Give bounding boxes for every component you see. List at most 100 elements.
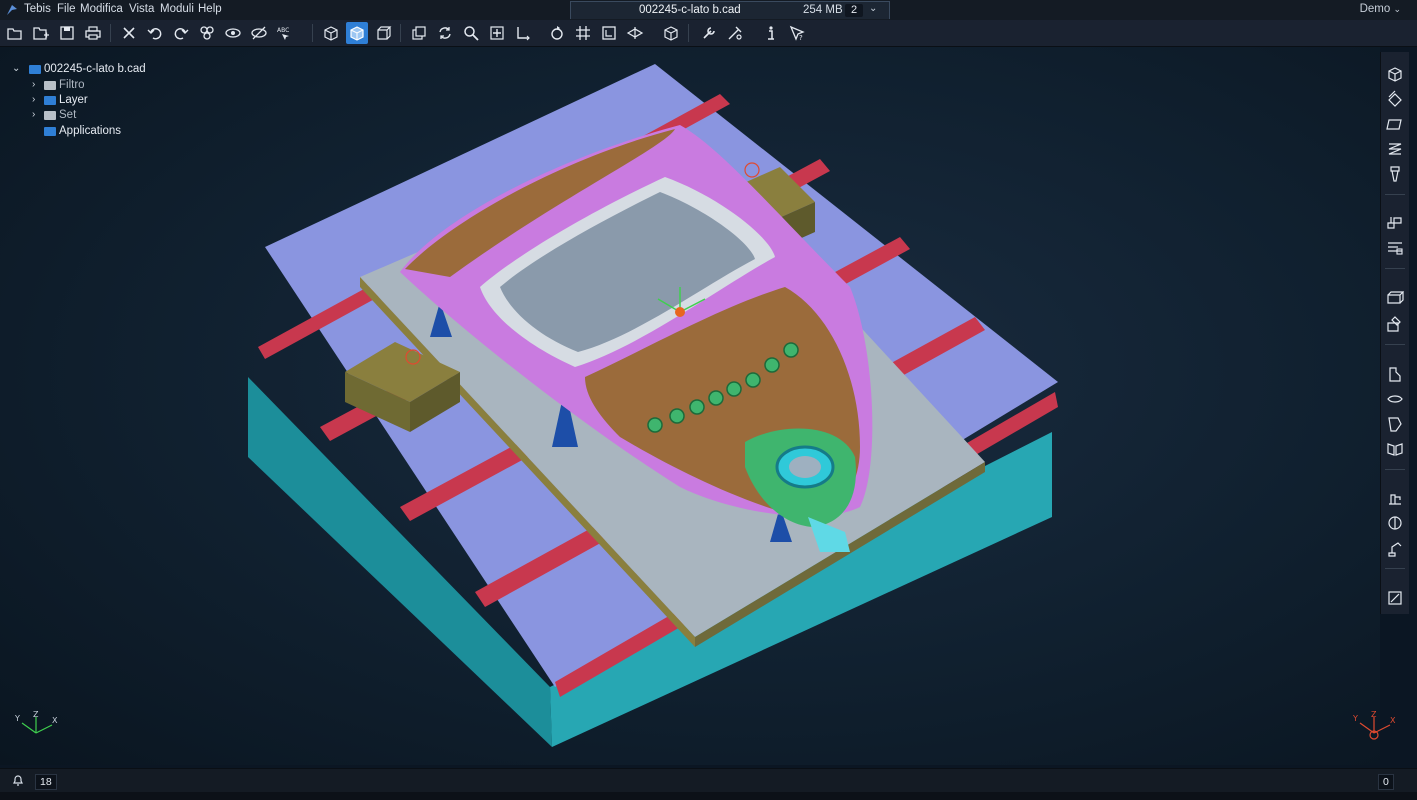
tree-item-layer[interactable]: › Layer [32,93,152,109]
folder-icon [44,81,56,90]
show-icon[interactable] [222,22,244,44]
right-toolbar [1380,52,1409,614]
tools-icon[interactable] [698,22,720,44]
folder-icon [44,127,56,136]
main-toolbar: ABC ? [0,20,1417,47]
layers-stack-icon[interactable] [1385,238,1405,258]
chevron-right-icon[interactable]: › [32,94,35,105]
pointer-help-icon[interactable]: ? [786,22,808,44]
menu-vista[interactable]: Vista [129,3,154,15]
chevron-down-icon[interactable]: ⌄ [869,3,877,14]
view-iso-icon[interactable] [320,22,342,44]
cad-model-view[interactable] [0,47,1380,765]
rotate-icon[interactable] [546,22,568,44]
open-folder-icon[interactable] [30,22,52,44]
folder-icon [29,65,41,74]
sheets-icon[interactable] [1385,89,1405,109]
fixture-icon[interactable] [1385,364,1405,384]
tree-item-label: Filtro [59,79,85,91]
tree-item-label: Layer [59,94,88,106]
chevron-down-icon: ⌄ [1393,4,1401,14]
head-icon[interactable] [1385,513,1405,533]
menu-help[interactable]: Help [198,3,222,15]
redo-icon[interactable] [170,22,192,44]
shape-icon[interactable] [1385,414,1405,434]
tree-root[interactable]: ⌄ 002245-c-lato b.cad [12,62,172,78]
folder-icon [44,111,56,120]
ring-hole [789,456,821,478]
tree-item-set[interactable]: › Set [32,108,152,124]
user-menu[interactable]: Demo ⌄ [1360,3,1401,15]
info-icon[interactable] [760,22,782,44]
menu-moduli[interactable]: Moduli [160,3,194,15]
menu-bar: Tebis File Modifica Vista Moduli Help 00… [0,0,1417,21]
tree-root-label: 002245-c-lato b.cad [44,63,146,75]
svg-text:Z: Z [33,711,39,719]
view-wireframe-icon[interactable] [372,22,394,44]
status-bar: 18 0 [0,768,1417,793]
hide-icon[interactable] [248,22,270,44]
svg-text:X: X [52,716,58,725]
folder-icon [44,96,56,105]
machining-icon[interactable] [1385,212,1405,232]
view-layers-icon[interactable] [408,22,430,44]
3d-viewport[interactable]: Y Z X Y Z X [0,47,1396,765]
surface-icon[interactable] [1385,389,1405,409]
measure-icon[interactable] [724,22,746,44]
notification-bell-icon[interactable] [11,773,25,787]
chevron-down-icon[interactable]: ⌄ [12,63,20,74]
svg-text:Y: Y [14,714,20,723]
menu-file[interactable]: File [57,3,76,15]
bottom-edge [0,792,1417,800]
delete-icon[interactable] [118,22,140,44]
undo-icon[interactable] [144,22,166,44]
chevron-right-icon[interactable]: › [32,79,35,90]
zoom-icon[interactable] [460,22,482,44]
select-elements-icon[interactable] [196,22,218,44]
drill-tool-icon[interactable] [1385,164,1405,184]
box-open-icon[interactable] [1385,288,1405,308]
svg-text:Y: Y [1352,714,1358,723]
pan-icon[interactable] [486,22,508,44]
axis-triad-left: Y Z X [14,711,58,734]
window-count-badge: 2 [845,4,863,17]
view-shaded-icon[interactable] [346,22,368,44]
frame-icon[interactable] [598,22,620,44]
grid-icon[interactable] [572,22,594,44]
open-file-icon[interactable] [4,22,26,44]
menu-tebis[interactable]: Tebis [24,3,51,15]
zigzag-path-icon[interactable] [1385,139,1405,159]
svg-text:X: X [1390,716,1396,725]
tree-item-label: Applications [59,125,122,137]
axis-triad-right: Y Z X [1352,711,1396,740]
box-edit-icon[interactable] [1385,314,1405,334]
user-menu-label: Demo [1359,3,1391,15]
document-filename: 002245-c-lato b.cad [639,4,741,16]
tebis-logo-icon[interactable] [5,3,19,17]
refresh-icon[interactable] [434,22,456,44]
svg-text:ABC: ABC [277,27,289,34]
tree-item-filtro[interactable]: › Filtro [32,78,152,94]
machine-icon[interactable] [1385,488,1405,508]
menu-modifica[interactable]: Modifica [80,3,123,15]
tree-item-applications[interactable]: Applications [32,124,162,140]
document-tab[interactable]: 002245-c-lato b.cad 254 MB 2 ⌄ [570,1,890,19]
svg-text:?: ? [799,34,803,42]
settings-robot-icon[interactable] [1385,538,1405,558]
save-icon[interactable] [56,22,78,44]
export-icon[interactable] [1385,588,1405,608]
cube-3d-icon[interactable] [660,22,682,44]
chevron-right-icon[interactable]: › [32,109,35,120]
text-select-icon[interactable]: ABC [274,22,296,44]
plane-icon[interactable] [1385,114,1405,134]
axis-icon[interactable] [512,22,534,44]
mirror-icon[interactable] [1385,439,1405,459]
message-count[interactable]: 0 [1378,774,1394,790]
memory-usage: 254 MB [803,4,843,16]
print-icon[interactable] [82,22,104,44]
view-direction-icon[interactable] [624,22,646,44]
notification-count[interactable]: 18 [35,774,57,790]
svg-text:Z: Z [1371,711,1377,719]
tree-item-label: Set [59,109,77,121]
box-solid-icon[interactable] [1385,64,1405,84]
